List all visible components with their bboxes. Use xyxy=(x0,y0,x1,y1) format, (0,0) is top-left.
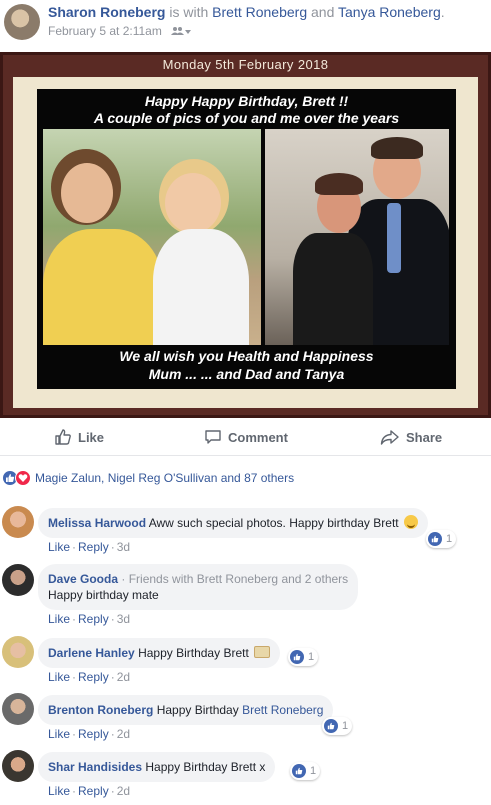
comment-reply-link[interactable]: Reply xyxy=(78,540,109,554)
commenter-avatar[interactable] xyxy=(2,564,34,596)
comment-like-count[interactable]: 1 xyxy=(288,648,319,666)
commenter-name-link[interactable]: Shar Handisides xyxy=(48,760,142,774)
comment-reply-link[interactable]: Reply xyxy=(78,784,109,798)
comment-bubble: Brenton Roneberg Happy Birthday Brett Ro… xyxy=(38,695,334,725)
comment-bubble: Dave Gooda · Friends with Brett Roneberg… xyxy=(38,564,359,610)
commenter-name-link[interactable]: Melissa Harwood xyxy=(48,516,146,530)
comment-actions: Like · Reply · 2d xyxy=(48,784,131,798)
comment-like-link[interactable]: Like xyxy=(48,540,70,554)
comment-timestamp[interactable]: 2d xyxy=(117,784,130,798)
comment-bubble: Shar Handisides Happy Birthday Brett x xyxy=(38,752,276,782)
like-button[interactable]: Like xyxy=(54,428,104,446)
tagged-person-link[interactable]: Brett Roneberg xyxy=(242,703,323,717)
comment: Brenton Roneberg Happy Birthday Brett Ro… xyxy=(0,691,491,745)
comment-like-count[interactable]: 1 xyxy=(426,530,457,548)
cake-emoji-icon xyxy=(254,646,271,658)
comment-like-link[interactable]: Like xyxy=(48,670,70,684)
comment-button-label: Comment xyxy=(228,429,288,445)
reactions-summary-text[interactable]: Magie Zalun, Nigel Reg O'Sullivan and 87… xyxy=(35,471,294,485)
like-reaction-icon xyxy=(290,650,304,664)
photo-collage: Happy Happy Birthday, Brett !! A couple … xyxy=(37,89,456,389)
comment-button[interactable]: Comment xyxy=(204,428,288,446)
comment-like-link[interactable]: Like xyxy=(48,784,70,798)
photo-mother-and-son xyxy=(265,129,449,345)
comment-like-count[interactable]: 1 xyxy=(322,717,353,735)
comment: Darlene Hanley Happy Birthday Brett 1 Li… xyxy=(0,634,491,688)
share-arrow-icon xyxy=(380,428,400,446)
comment-icon xyxy=(204,428,222,446)
tagged-person-link[interactable]: Brett Roneberg xyxy=(212,4,307,20)
author-avatar[interactable] xyxy=(4,4,40,40)
photo-date-banner: Monday 5th February 2018 xyxy=(162,57,329,72)
comment: Dave Gooda · Friends with Brett Roneberg… xyxy=(0,562,491,628)
photo-top-caption: Happy Happy Birthday, Brett !! A couple … xyxy=(37,93,456,127)
comment: Shar Handisides Happy Birthday Brett x 1… xyxy=(0,748,491,802)
comment-text: Happy Birthday Brett x xyxy=(145,760,266,774)
love-reaction-icon xyxy=(15,470,31,486)
comment-like-link[interactable]: Like xyxy=(48,612,70,626)
like-reaction-icon xyxy=(428,532,442,546)
comment-timestamp[interactable]: 2d xyxy=(117,670,130,684)
post-action-bar: Like Comment Share xyxy=(0,420,491,456)
tagged-person-link[interactable]: Tanya Roneberg xyxy=(338,4,441,20)
photo-mother-and-child xyxy=(43,129,261,345)
photo-caption-line: Mum ... ... and Dad and Tanya xyxy=(148,366,345,382)
commenter-mutual-friends[interactable]: · Friends with Brett Roneberg and 2 othe… xyxy=(121,572,348,586)
commenter-name-link[interactable]: Brenton Roneberg xyxy=(48,703,153,717)
like-reaction-icon xyxy=(324,719,338,733)
share-button-label: Share xyxy=(406,429,443,445)
comment-actions: Like · Reply · 3d xyxy=(48,612,131,626)
commenter-avatar[interactable] xyxy=(2,750,34,782)
photo-caption-line: Happy Happy Birthday, Brett !! xyxy=(144,93,349,109)
photo-caption-line: We all wish you Health and Happiness xyxy=(119,348,374,364)
photo-mat: Happy Happy Birthday, Brett !! A couple … xyxy=(13,77,478,408)
comment-timestamp[interactable]: 3d xyxy=(117,612,130,626)
comment-text: Happy Birthday Brett xyxy=(138,646,249,660)
smile-emoji-icon xyxy=(403,515,418,529)
friends-icon[interactable] xyxy=(171,25,192,39)
share-button[interactable]: Share xyxy=(380,428,442,446)
comment-bubble: Darlene Hanley Happy Birthday Brett xyxy=(38,638,281,668)
commenter-name-link[interactable]: Darlene Hanley xyxy=(48,646,135,660)
comment-text: Happy birthday mate xyxy=(48,588,159,602)
like-button-label: Like xyxy=(78,429,105,445)
comment-reply-link[interactable]: Reply xyxy=(78,727,109,741)
comment-reply-link[interactable]: Reply xyxy=(78,670,109,684)
like-count-text: 1 xyxy=(310,765,317,777)
commenter-avatar[interactable] xyxy=(2,506,34,538)
comment-like-link[interactable]: Like xyxy=(48,727,70,741)
author-name-link[interactable]: Sharon Roneberg xyxy=(48,4,165,20)
comment-text: Happy Birthday xyxy=(156,703,239,717)
comment-timestamp[interactable]: 2d xyxy=(117,727,130,741)
post-timestamp-row: February 5 at 2:11am xyxy=(48,24,192,39)
like-count-text: 1 xyxy=(342,720,349,732)
comment-actions: Like · Reply · 2d xyxy=(48,670,131,684)
period-text: . xyxy=(440,4,445,20)
is-with-text: is with xyxy=(169,4,209,20)
post-photo[interactable]: Monday 5th February 2018 Happy Happy Bir… xyxy=(0,52,491,418)
post-timestamp-link[interactable]: February 5 at 2:11am xyxy=(48,24,162,38)
thumbs-up-icon xyxy=(54,428,72,446)
photo-bottom-caption: We all wish you Health and Happiness Mum… xyxy=(37,347,456,383)
reactions-summary[interactable]: Magie Zalun, Nigel Reg O'Sullivan and 87… xyxy=(0,466,491,490)
like-count-text: 1 xyxy=(446,533,453,545)
comment-text: Aww such special photos. Happy birthday … xyxy=(148,516,399,530)
and-text: and xyxy=(311,4,335,20)
comment-like-count[interactable]: 1 xyxy=(290,762,321,780)
like-reaction-icon xyxy=(292,764,306,778)
photo-caption-line: A couple of pics of you and me over the … xyxy=(93,110,400,126)
post-header-line: Sharon Roneberg is with Brett Roneberg a… xyxy=(48,4,445,20)
comment-reply-link[interactable]: Reply xyxy=(78,612,109,626)
comment-bubble: Melissa Harwood Aww such special photos.… xyxy=(38,508,428,538)
comment: Melissa Harwood Aww such special photos.… xyxy=(0,504,491,558)
comment-actions: Like · Reply · 2d xyxy=(48,727,131,741)
post-header: Sharon Roneberg is with Brett Roneberg a… xyxy=(0,0,491,48)
comment-timestamp[interactable]: 3d xyxy=(117,540,130,554)
like-count-text: 1 xyxy=(308,651,315,663)
commenter-avatar[interactable] xyxy=(2,693,34,725)
comment-actions: Like · Reply · 3d xyxy=(48,540,131,554)
commenter-avatar[interactable] xyxy=(2,636,34,668)
commenter-name-link[interactable]: Dave Gooda xyxy=(48,572,118,586)
